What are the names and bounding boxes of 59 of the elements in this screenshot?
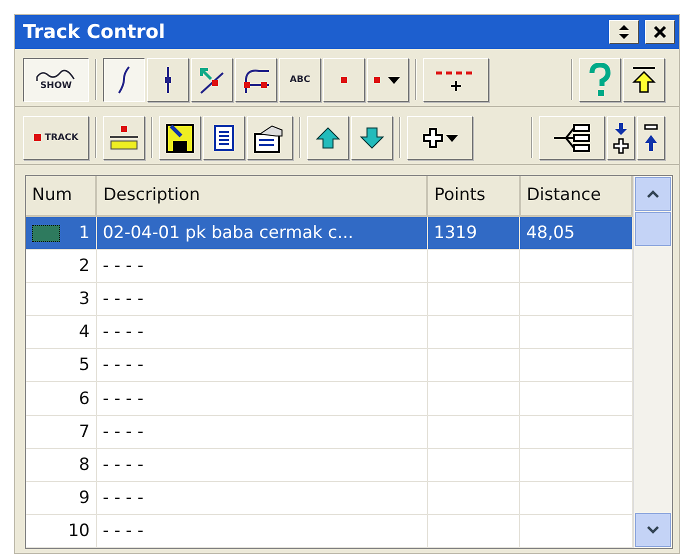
table-cell: 02-04-01 pk baba cermak c...	[102, 223, 354, 244]
row-number: 7	[78, 422, 90, 442]
split-icon	[163, 64, 173, 94]
tree-icon	[552, 122, 592, 152]
column-header[interactable]: Num	[26, 176, 96, 216]
table-row[interactable]: 3 - - - -	[26, 282, 632, 316]
table-row[interactable]: 2 - - - -	[26, 250, 632, 283]
scroll-down-button[interactable]	[635, 513, 671, 547]
table-cell: 48,05	[526, 223, 575, 244]
table-cell: - - - -	[102, 322, 144, 342]
window-title: Track Control	[23, 21, 166, 43]
table-row[interactable]: 4 - - - -	[26, 316, 632, 349]
arrow-up-icon	[315, 126, 341, 150]
table-cell: - - - -	[102, 520, 144, 541]
close-button[interactable]	[645, 20, 675, 44]
arrow-to-top-icon	[630, 64, 658, 94]
arrow-down-plus-icon	[613, 120, 629, 154]
row-number: 2	[78, 256, 90, 276]
text-button[interactable]: ABC	[279, 58, 321, 102]
row-number: 6	[78, 388, 90, 409]
updown-button[interactable]	[609, 20, 639, 44]
table-cell: - - - -	[102, 256, 144, 276]
column-header[interactable]: Description	[96, 176, 428, 216]
table-cell: - - - -	[102, 454, 144, 475]
table-row[interactable]: 6 - - - -	[26, 382, 632, 416]
toolbar-button[interactable]	[103, 58, 145, 102]
table-cell: - - - -	[102, 422, 144, 442]
row-number: 9	[78, 488, 90, 508]
chevron-up-icon	[646, 189, 660, 199]
table-row[interactable]: 8 - - - -	[26, 448, 632, 482]
show-button[interactable]: SHOW	[23, 58, 89, 102]
table-row[interactable]: 7 - - - -	[26, 415, 632, 448]
row-number: 1	[78, 223, 90, 244]
row-number: 10	[68, 520, 90, 541]
table-row[interactable]: 9 - - - -	[26, 481, 632, 514]
track-button[interactable]: TRACK	[23, 116, 89, 160]
row-number: 3	[78, 289, 90, 310]
chevron-down-icon	[646, 525, 660, 535]
list-icon	[214, 124, 234, 150]
plus-dropdown-icon	[420, 126, 460, 150]
table-row[interactable]: 10 - - - -	[26, 514, 632, 548]
row-number: 5	[78, 355, 90, 376]
table-cell: - - - -	[102, 289, 144, 310]
help-icon	[588, 62, 612, 96]
arrow-down-icon	[359, 126, 385, 150]
table-cell: - - - -	[102, 388, 144, 409]
table-cell: 1319	[434, 223, 478, 244]
table-cell: - - - -	[102, 488, 144, 508]
updown-arrows-icon	[617, 24, 631, 40]
row-number: 8	[78, 454, 90, 475]
table-row[interactable]: 5 - - - -	[26, 348, 632, 382]
curve-icon	[116, 64, 132, 94]
column-header[interactable]: Points	[427, 176, 520, 216]
close-icon	[653, 25, 667, 39]
scroll-thumb[interactable]	[635, 212, 671, 246]
column-header[interactable]: Distance	[520, 176, 632, 216]
scroll-up-button[interactable]	[635, 177, 671, 211]
table-cell: - - - -	[102, 355, 144, 376]
row-number: 4	[78, 322, 90, 342]
